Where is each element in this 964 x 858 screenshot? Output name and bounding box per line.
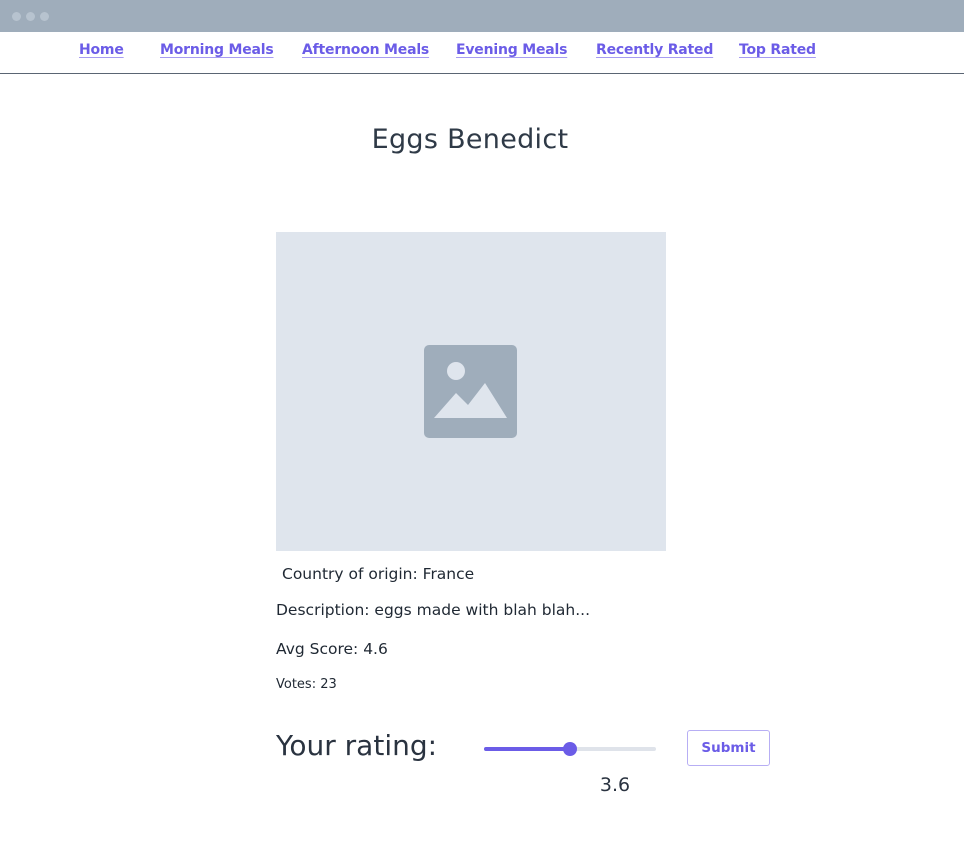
vote-count: Votes: 23 — [276, 677, 337, 692]
minimize-window-dot[interactable] — [26, 12, 35, 21]
rating-value: 3.6 — [599, 774, 631, 796]
rating-slider[interactable] — [484, 742, 656, 756]
meal-image — [276, 232, 666, 551]
rating-slider-handle[interactable] — [563, 742, 577, 756]
close-window-dot[interactable] — [12, 12, 21, 21]
top-nav: Home Morning Meals Afternoon Meals Eveni… — [0, 32, 964, 74]
window-controls — [12, 12, 49, 21]
rating-slider-fill — [484, 747, 570, 751]
nav-link-evening-meals[interactable]: Evening Meals — [456, 42, 567, 58]
submit-button[interactable]: Submit — [687, 730, 770, 766]
meal-description: Description: eggs made with blah blah... — [276, 601, 590, 619]
avg-score: Avg Score: 4.6 — [276, 640, 388, 658]
image-placeholder-icon — [424, 345, 517, 438]
nav-link-top-rated[interactable]: Top Rated — [739, 42, 816, 58]
your-rating-label: Your rating: — [276, 729, 438, 762]
maximize-window-dot[interactable] — [40, 12, 49, 21]
nav-link-morning-meals[interactable]: Morning Meals — [160, 42, 274, 58]
nav-link-home[interactable]: Home — [79, 42, 124, 58]
nav-link-recently-rated[interactable]: Recently Rated — [596, 42, 713, 58]
nav-link-afternoon-meals[interactable]: Afternoon Meals — [302, 42, 429, 58]
country-of-origin: Country of origin: France — [282, 565, 475, 583]
page-title: Eggs Benedict — [371, 124, 569, 155]
window-titlebar — [0, 0, 964, 32]
